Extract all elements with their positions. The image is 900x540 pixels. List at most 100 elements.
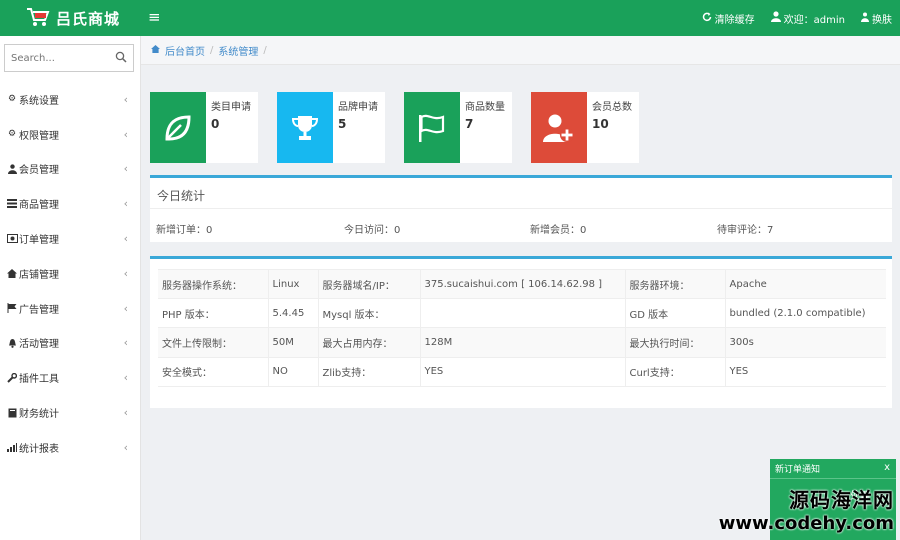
card-icon (6, 234, 18, 244)
sidebar-item-members[interactable]: 会员管理 ‹ (0, 152, 140, 187)
stat-label: 品牌申请 (338, 102, 378, 113)
stat-category-applications[interactable]: 类目申请 0 (150, 92, 258, 163)
chevron-left-icon: ‹ (123, 232, 128, 246)
notification-title: 新订单通知 (775, 465, 821, 475)
table-cell: Apache (724, 268, 886, 300)
refresh-icon (702, 12, 712, 25)
sidebar-item-system-settings[interactable]: ⚙ 系统设置 ‹ (0, 82, 140, 117)
table-cell: Mysql 版本： (317, 298, 420, 329)
chevron-left-icon: ‹ (123, 162, 128, 176)
brand-name: 吕氏商城 (56, 9, 121, 28)
user-plus-icon (531, 92, 587, 163)
watermark: 源码海洋网 www.codehy.com (719, 484, 894, 534)
user-icon (770, 11, 781, 25)
leaf-icon (150, 92, 206, 163)
search-input[interactable] (5, 45, 109, 71)
top-actions: 清除缓存 欢迎：admin 换肤 (702, 0, 892, 36)
user-small-icon (861, 12, 869, 25)
sidebar-item-label: 统计报表 (19, 443, 59, 455)
sidebar-item-products[interactable]: 商品管理 ‹ (0, 186, 140, 221)
flag-icon (6, 303, 18, 314)
home-icon (6, 268, 18, 278)
sidebar-item-orders[interactable]: 订单管理 ‹ (0, 221, 140, 256)
table-cell: Zlib支持： (317, 356, 420, 387)
metric-new-orders: 新增订单：0 (156, 225, 213, 236)
sidebar-item-label: 广告管理 (19, 304, 59, 316)
sidebar-item-finance[interactable]: 财务统计 ‹ (0, 395, 140, 430)
table-cell: NO (267, 356, 318, 387)
table-row: 文件上传限制： 50M 最大占用内存： 128M 最大执行时间： 300s (158, 327, 886, 358)
table-cell: 服务器环境： (624, 268, 725, 300)
breadcrumb: 后台首页 / 系统管理 / (141, 36, 900, 65)
sidebar-item-label: 订单管理 (19, 235, 59, 247)
user-icon (6, 164, 18, 174)
stat-value: 0 (211, 117, 220, 131)
table-cell: 128M (419, 327, 625, 358)
clear-cache-button[interactable]: 清除缓存 (702, 11, 755, 26)
flag-icon (404, 92, 460, 163)
logo[interactable]: 吕氏商城 (0, 0, 141, 36)
chevron-left-icon: ‹ (123, 301, 128, 315)
table-cell: Linux (267, 268, 318, 300)
chevron-left-icon: ‹ (123, 92, 128, 106)
chevron-left-icon: ‹ (123, 197, 128, 211)
table-cell: bundled (2.1.0 compatible) (724, 298, 886, 329)
chart-icon (6, 442, 18, 452)
sidebar-item-label: 活动管理 (19, 339, 59, 351)
table-cell: Curl支持： (624, 356, 725, 387)
sidebar-item-activities[interactable]: 活动管理 ‹ (0, 326, 140, 361)
sidebar-nav: ⚙ 系统设置 ‹ ⚙ 权限管理 ‹ 会员管理 ‹ 商品管理 ‹ 订单管理 ‹ 店… (0, 82, 140, 465)
chevron-left-icon: ‹ (123, 371, 128, 385)
user-menu[interactable]: 欢迎：admin (770, 11, 845, 26)
chevron-left-icon: ‹ (123, 336, 128, 350)
stat-label: 商品数量 (465, 102, 505, 113)
sidebar-item-permissions[interactable]: ⚙ 权限管理 ‹ (0, 117, 140, 152)
shopping-cart-icon (26, 6, 50, 31)
table-cell: 服务器操作系统： (158, 268, 268, 300)
table-cell: 最大执行时间： (624, 327, 725, 358)
metric-new-members: 新增会员：0 (530, 225, 587, 236)
panel-title: 今日统计 (157, 189, 206, 203)
chevron-left-icon: ‹ (123, 440, 128, 454)
sidebar-item-shops[interactable]: 店铺管理 ‹ (0, 256, 140, 291)
welcome-label: 欢迎：admin (783, 14, 845, 26)
breadcrumb-current[interactable]: 系统管理 (218, 43, 258, 58)
table-row: PHP 版本： 5.4.45 Mysql 版本： GD 版本 bundled (… (158, 298, 886, 329)
sidebar-item-reports[interactable]: 统计报表 ‹ (0, 430, 140, 465)
stat-member-total[interactable]: 会员总数 10 (531, 92, 639, 163)
table-cell: GD 版本 (624, 298, 725, 329)
table-cell: 300s (724, 327, 886, 358)
cogs-icon: ⚙ (7, 129, 17, 140)
table-cell (419, 298, 625, 329)
menu-toggle-icon[interactable]: ≡ (148, 8, 161, 26)
sidebar-item-label: 权限管理 (19, 130, 59, 142)
breadcrumb-home-link[interactable]: 后台首页 (165, 43, 205, 58)
metric-pending-comments: 待审评论：7 (717, 225, 774, 236)
watermark-line1: 源码海洋网 (789, 488, 894, 512)
breadcrumb-separator: / (263, 44, 267, 56)
close-icon[interactable]: x (884, 462, 890, 473)
table-cell: PHP 版本： (158, 298, 268, 329)
table-cell: 安全模式： (158, 356, 268, 387)
top-bar: 吕氏商城 ≡ 清除缓存 欢迎：admin 换肤 (0, 0, 900, 36)
clear-cache-label: 清除缓存 (714, 14, 755, 26)
stat-brand-applications[interactable]: 品牌申请 5 (277, 92, 385, 163)
skin-button[interactable]: 换肤 (861, 11, 892, 26)
search-icon[interactable] (115, 51, 127, 66)
wrench-icon (6, 372, 18, 383)
book-icon (6, 408, 18, 418)
list-icon (6, 199, 18, 209)
table-cell: 375.sucaishui.com [ 106.14.62.98 ] (419, 268, 625, 300)
sidebar-item-ads[interactable]: 广告管理 ‹ (0, 291, 140, 326)
trophy-icon (277, 92, 333, 163)
stat-label: 类目申请 (211, 102, 251, 113)
today-stats-panel: 今日统计 新增订单：0 今日访问：0 新增会员：0 待审评论：7 (150, 175, 892, 242)
stat-product-count[interactable]: 商品数量 7 (404, 92, 512, 163)
home-icon (151, 44, 160, 56)
sidebar-item-plugins[interactable]: 插件工具 ‹ (0, 360, 140, 395)
stat-value: 7 (465, 117, 474, 131)
skin-label: 换肤 (872, 14, 892, 26)
sidebar-item-label: 会员管理 (19, 165, 59, 177)
breadcrumb-separator: / (210, 44, 214, 56)
table-cell: 50M (267, 327, 318, 358)
